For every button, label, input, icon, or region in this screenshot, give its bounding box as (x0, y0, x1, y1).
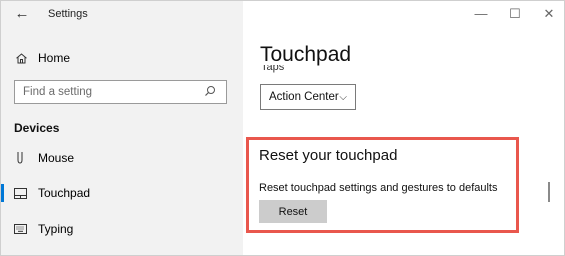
taps-label: Taps (261, 65, 284, 75)
sidebar-item-label: Mouse (38, 151, 75, 165)
minimize-icon[interactable]: — (474, 7, 488, 21)
nav-home[interactable]: Home (14, 48, 214, 68)
sidebar-item-label: Touchpad (38, 186, 91, 200)
keyboard-icon (13, 222, 27, 236)
close-icon[interactable]: ✕ (542, 7, 556, 21)
reset-button[interactable]: Reset (259, 200, 327, 223)
window-title: Settings (48, 8, 88, 20)
maximize-icon[interactable]: ☐ (508, 7, 522, 21)
sidebar-item-touchpad[interactable]: Touchpad (1, 178, 243, 208)
sidebar-item-label: Typing (38, 222, 74, 236)
search-input[interactable]: Find a setting (14, 80, 227, 104)
search-placeholder: Find a setting (23, 86, 93, 98)
taps-dropdown[interactable]: Action Center ⌵ (260, 84, 356, 110)
section-title-devices: Devices (14, 121, 60, 135)
taps-label-text: Taps (261, 65, 285, 73)
page-title: Touchpad (260, 43, 352, 66)
reset-description: Reset touchpad settings and gestures to … (259, 182, 498, 194)
touchpad-icon (13, 186, 27, 200)
sidebar-item-mouse[interactable]: Mouse (1, 143, 243, 173)
scrollbar-thumb[interactable] (548, 182, 550, 202)
sidebar-item-typing[interactable]: Typing (1, 214, 243, 244)
mouse-icon (13, 151, 27, 165)
dropdown-value: Action Center (269, 91, 339, 103)
back-arrow-icon[interactable]: ← (13, 5, 31, 23)
sidebar: ← Settings Home Find a setting Devices M… (1, 1, 243, 255)
titlebar-left: ← Settings (1, 1, 243, 31)
search-icon[interactable] (204, 85, 220, 100)
settings-window: ← Settings Home Find a setting Devices M… (0, 0, 565, 256)
reset-section-title: Reset your touchpad (259, 147, 398, 164)
nav-home-label: Home (38, 51, 71, 65)
home-icon (14, 51, 28, 65)
window-controls: — ☐ ✕ (474, 7, 556, 21)
chevron-down-icon: ⌵ (339, 91, 347, 103)
